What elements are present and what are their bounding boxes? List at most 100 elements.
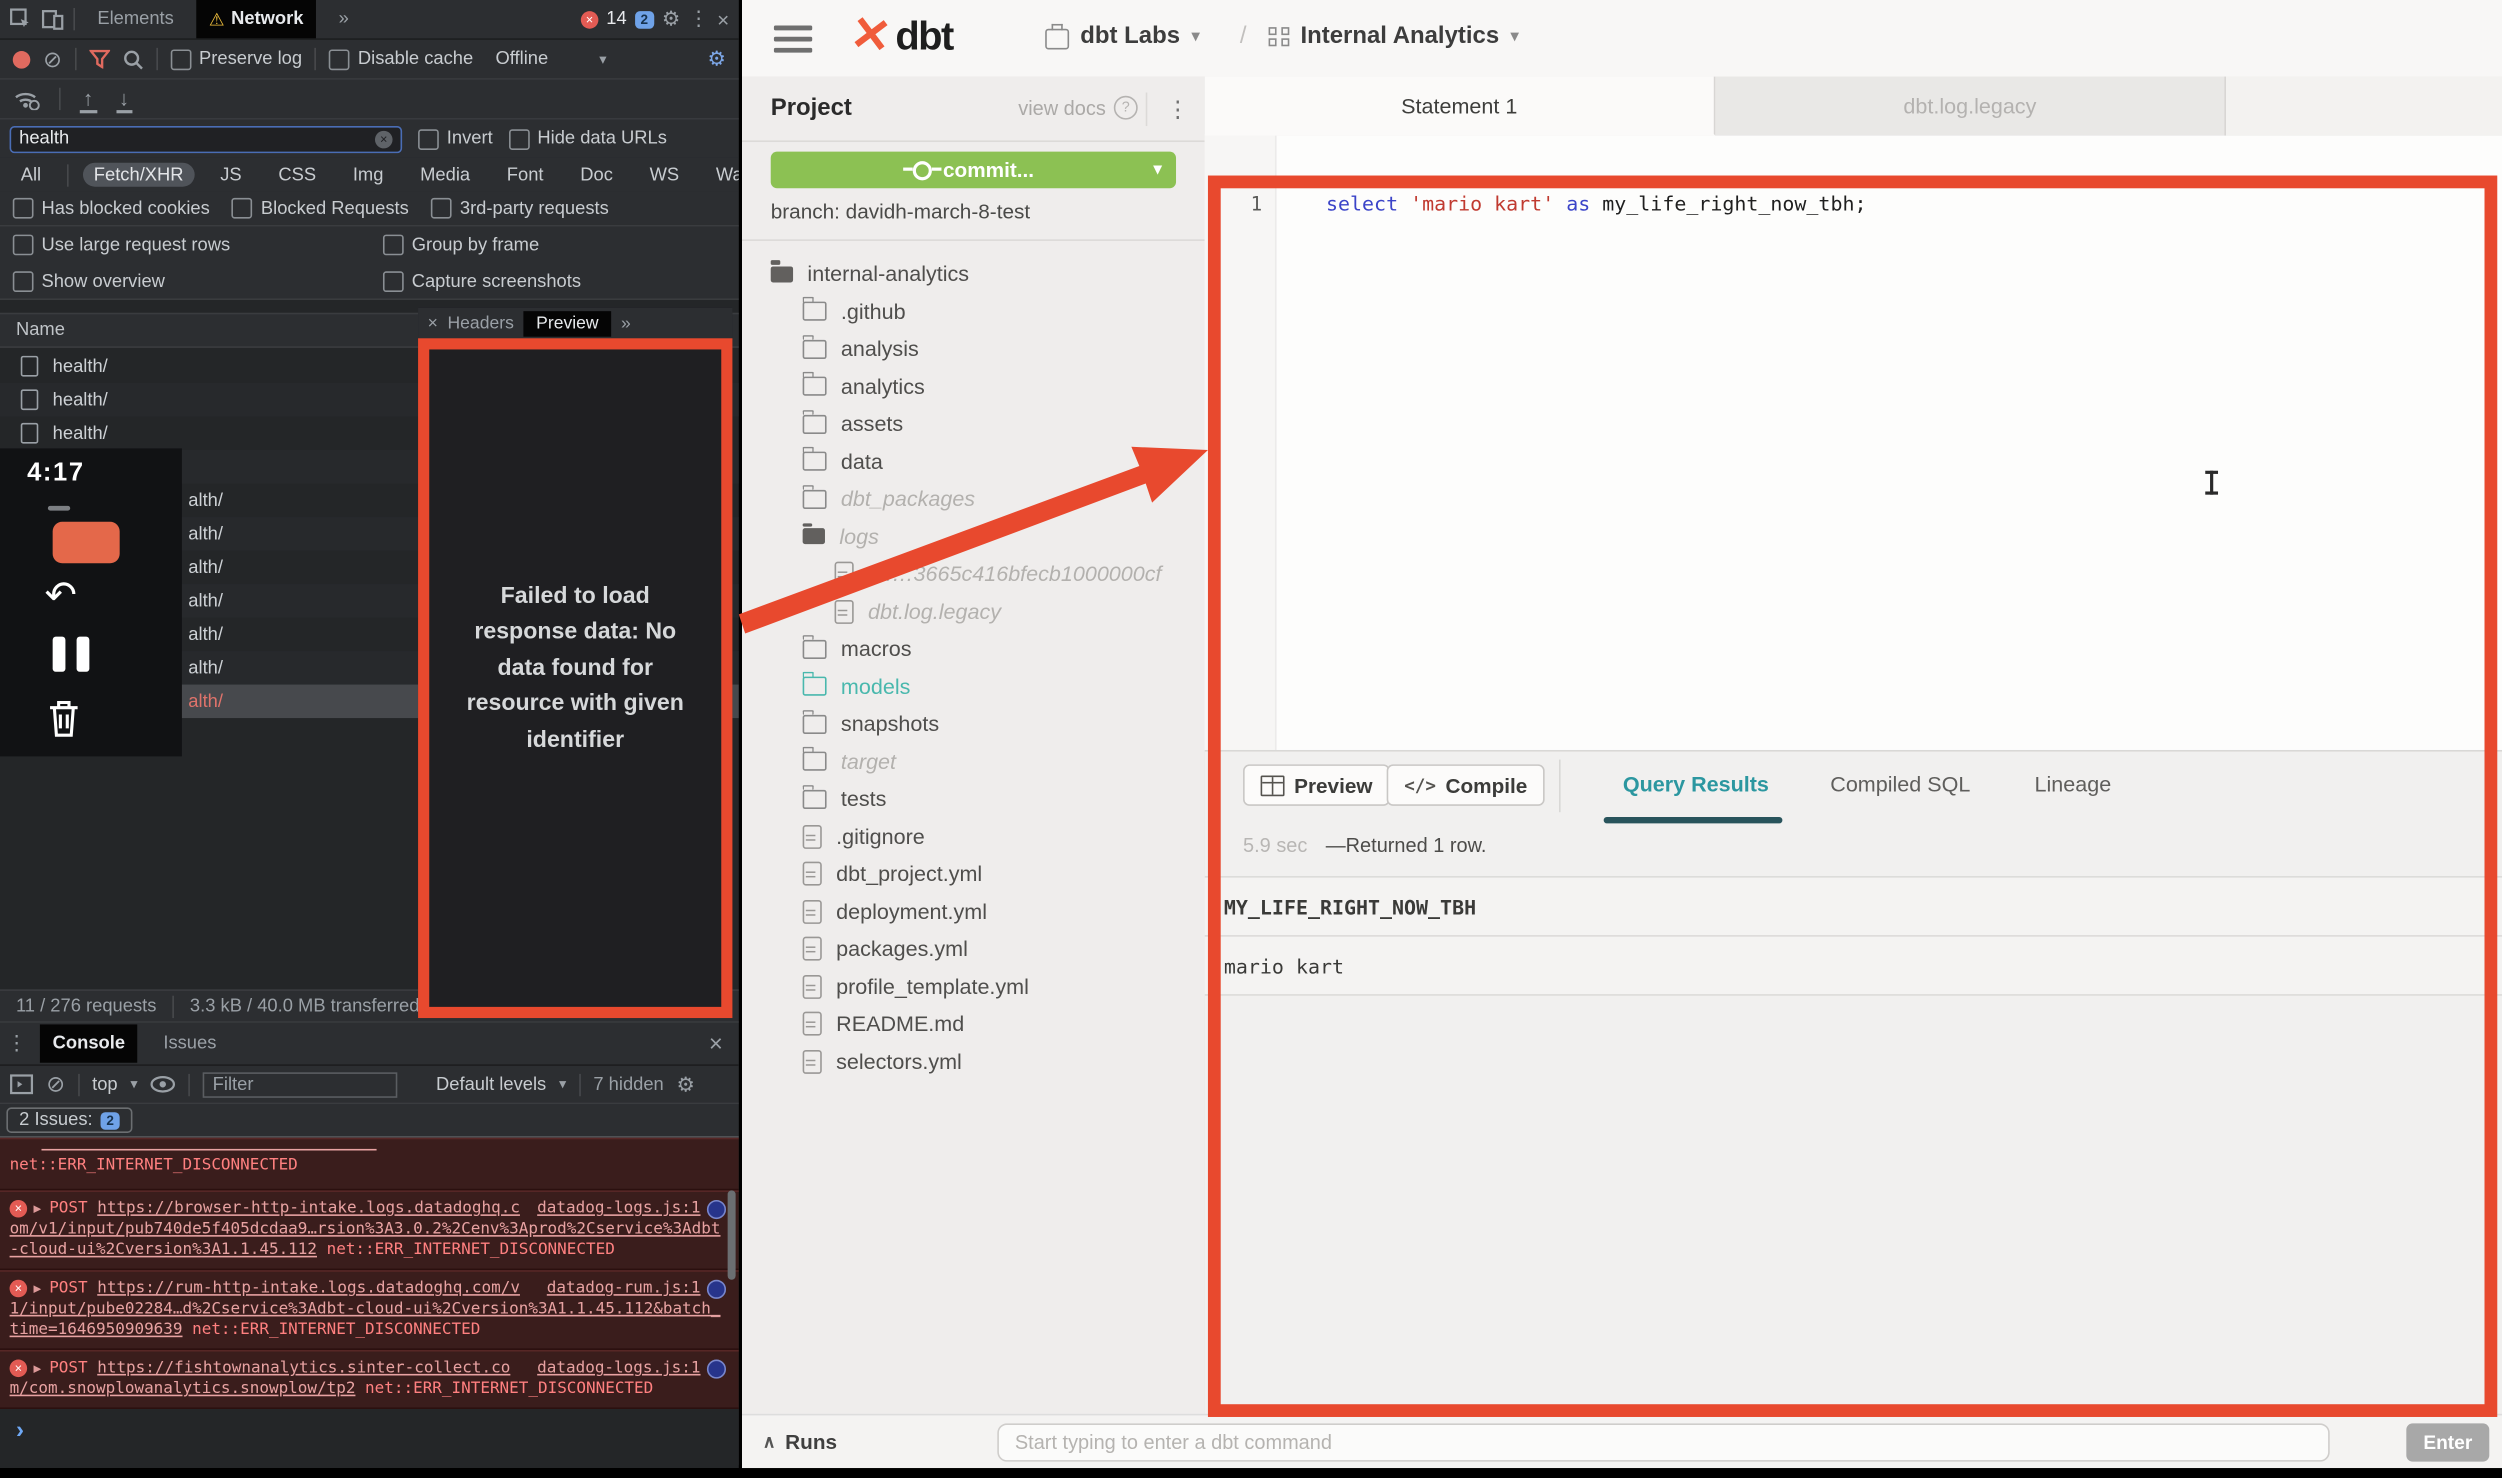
tree-item-packages-yml[interactable]: packages.yml [742,930,1205,967]
network-filter-input[interactable]: health × [10,125,403,152]
trash-button[interactable] [43,697,84,740]
tree-item-data[interactable]: data [742,443,1205,480]
console-prompt[interactable]: › [0,1409,739,1465]
group-by-frame-checkbox[interactable]: Group by frame [383,235,539,256]
console-scrollbar[interactable] [728,1190,736,1279]
network-settings-gear-icon[interactable]: ⚙ [707,46,726,72]
tree-item-readme-md[interactable]: README.md [742,1005,1205,1042]
commit-button[interactable]: commit... ▾ [771,152,1176,189]
type-filter-wasm[interactable]: Wasm [705,163,739,187]
project-switcher[interactable]: Internal Analytics ▾ [1269,22,1520,49]
pause-button[interactable] [53,637,90,672]
invert-checkbox[interactable]: Invert [418,128,493,149]
capture-screenshots-checkbox[interactable]: Capture screenshots [383,271,581,292]
tree-item-target[interactable]: target [742,743,1205,780]
tab-network[interactable]: ⚠Network [196,0,316,38]
source-link[interactable]: datadog-logs.js:1 [537,1358,700,1379]
type-filter-doc[interactable]: Doc [569,163,624,187]
source-link[interactable]: datadog-logs.js:1 [537,1198,700,1219]
console-error[interactable]: ×▶datadog-logs.js:1POST https://browser-… [0,1190,739,1270]
disable-cache-checkbox[interactable]: Disable cache [329,49,473,70]
context-select[interactable]: top [92,1075,118,1094]
type-filter-media[interactable]: Media [409,163,481,187]
tree-item-snapshots[interactable]: snapshots [742,705,1205,742]
tree-item-models[interactable]: models [742,668,1205,705]
source-link[interactable]: datadog-rum.js:1 [547,1278,701,1299]
tree-item-profile-template-yml[interactable]: profile_template.yml [742,968,1205,1005]
console-error[interactable]: net::ERR_INTERNET_DISCONNECTED [0,1138,739,1191]
details-more-chevron[interactable]: » [621,314,631,333]
enter-button[interactable]: Enter [2406,1423,2489,1461]
console-settings-gear-icon[interactable]: ⚙ [677,1072,696,1098]
runs-toggle[interactable]: ∧ Runs [763,1430,837,1454]
error-source[interactable]: datadog-logs.js:1 [537,1358,726,1379]
tree-item-dbt-packages[interactable]: dbt_packages [742,480,1205,517]
type-filter-font[interactable]: Font [496,163,555,187]
disclosure-triangle-icon[interactable]: ▶ [34,1198,42,1219]
settings-gear-icon[interactable]: ⚙ [662,6,681,32]
tab-console[interactable]: Console [40,1024,138,1062]
tree-item--nf-3665c416bfecb1000000cf[interactable]: .nf…3665c416bfecb1000000cf [742,555,1205,592]
device-toolbar-icon[interactable] [41,9,63,30]
more-tabs-chevron[interactable]: » [326,0,362,38]
log-levels-select[interactable]: Default levels [436,1075,546,1094]
tree-item-analytics[interactable]: analytics [742,368,1205,405]
dbt-command-input[interactable]: Start typing to enter a dbt command [997,1423,2329,1461]
tab-headers[interactable]: Headers [447,314,513,333]
search-icon[interactable] [122,49,143,70]
close-devtools-icon[interactable]: × [717,7,729,31]
tree-item-deployment-yml[interactable]: deployment.yml [742,893,1205,930]
console-filter-input[interactable]: Filter [203,1072,398,1098]
network-conditions-icon[interactable] [13,89,40,110]
minimize-icon[interactable] [48,506,70,511]
preserve-log-checkbox[interactable]: Preserve log [170,49,302,70]
type-filter-fetch-xhr[interactable]: Fetch/XHR [83,163,195,187]
editor-tab-statement-1[interactable]: Statement 1 [1205,77,1716,136]
console-kebab-icon[interactable]: ⋮ [6,1031,27,1057]
tree-item-macros[interactable]: macros [742,630,1205,667]
tree-item-dbt-project-yml[interactable]: dbt_project.yml [742,855,1205,892]
show-overview-checkbox[interactable]: Show overview [13,271,165,292]
console-sidebar-icon[interactable] [10,1074,34,1095]
tree-item-assets[interactable]: assets [742,405,1205,442]
account-switcher[interactable]: dbt Labs ▾ [1045,22,1200,49]
tab-preview[interactable]: Preview [523,311,611,337]
clear-network-icon[interactable]: ⊘ [43,45,62,72]
blocked-requests-checkbox[interactable]: Blocked Requests [232,198,409,219]
close-details-icon[interactable]: × [428,314,438,333]
project-kebab-icon[interactable]: ⋮ [1146,93,1189,127]
import-har-icon[interactable]: ↑ [80,85,97,112]
eye-icon[interactable] [150,1076,176,1094]
inspect-icon[interactable] [10,8,32,30]
error-source[interactable]: datadog-logs.js:1 [537,1198,726,1219]
clear-console-icon[interactable]: ⊘ [46,1071,65,1098]
error-source[interactable]: datadog-rum.js:1 [547,1278,726,1299]
record-icon[interactable] [13,50,31,68]
tree-item-internal-analytics[interactable]: internal-analytics [742,255,1205,292]
undo-button[interactable]: ↶ [45,573,77,619]
disclosure-triangle-icon[interactable]: ▶ [34,1358,42,1379]
type-filter-css[interactable]: CSS [267,163,327,187]
tree-item-tests[interactable]: tests [742,780,1205,817]
hamburger-menu-icon[interactable] [774,26,812,60]
type-filter-js[interactable]: JS [209,163,253,187]
disclosure-triangle-icon[interactable]: ▶ [34,1278,42,1299]
tree-item--gitignore[interactable]: .gitignore [742,818,1205,855]
tree-item--github[interactable]: .github [742,293,1205,330]
type-filter-ws[interactable]: WS [638,163,690,187]
tree-item-logs[interactable]: logs [742,518,1205,555]
has-blocked-cookies-checkbox[interactable]: Has blocked cookies [13,198,210,219]
dbt-logo[interactable]: ✕ dbt [851,13,953,61]
clear-filter-icon[interactable]: × [375,130,393,148]
kebab-menu-icon[interactable]: ⋮ [688,6,709,32]
type-filter-img[interactable]: Img [342,163,395,187]
use-large-request-rows-checkbox[interactable]: Use large request rows [13,235,230,256]
tab-elements[interactable]: Elements [85,0,187,38]
hide-data-urls-checkbox[interactable]: Hide data URLs [509,128,667,149]
-rd-party-requests-checkbox[interactable]: 3rd-party requests [431,198,609,219]
tree-item-selectors-yml[interactable]: selectors.yml [742,1043,1205,1080]
issues-pill[interactable]: 2 Issues: 2 [6,1107,132,1133]
editor-tab-dbt-log-legacy[interactable]: dbt.log.legacy [1715,77,2226,136]
console-error[interactable]: ×▶datadog-logs.js:1POST https://fishtown… [0,1350,739,1409]
tree-item-analysis[interactable]: analysis [742,330,1205,367]
